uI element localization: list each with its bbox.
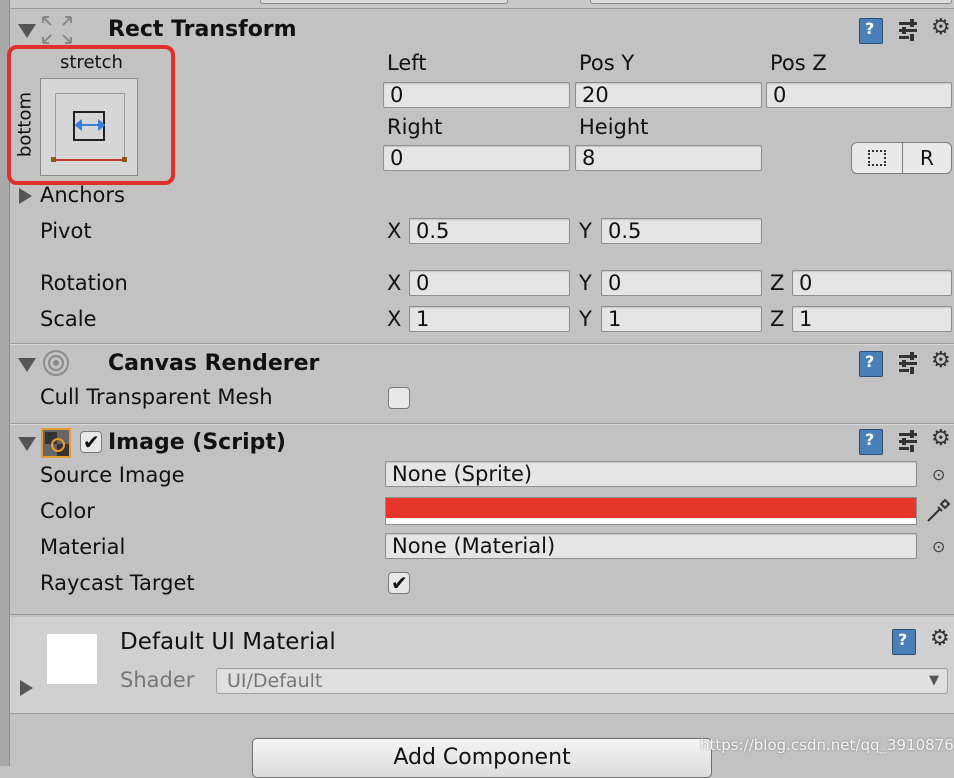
- left-label: Left: [387, 51, 427, 75]
- pos-z-label: Pos Z: [770, 51, 827, 75]
- dotted-rect-icon: [868, 150, 886, 166]
- material-preview-panel: Default UI Material Shader ⚙: [10, 617, 954, 713]
- material-preview-title: Default UI Material: [120, 629, 336, 655]
- right-label: Right: [387, 115, 443, 139]
- help-book-icon[interactable]: [892, 629, 916, 655]
- color-swatch-field[interactable]: [385, 497, 917, 525]
- checkmark-icon: ✔: [83, 430, 100, 454]
- section-divider: [10, 713, 954, 714]
- cull-transparent-mesh-label: Cull Transparent Mesh: [40, 385, 273, 409]
- raycast-target-checkbox[interactable]: ✔: [388, 572, 410, 594]
- rotation-y-field[interactable]: 0: [601, 270, 762, 296]
- section-divider-highlight: [10, 424, 954, 425]
- material-label: Material: [40, 535, 126, 559]
- right-field[interactable]: 0: [383, 145, 570, 171]
- pos-z-field[interactable]: 0: [766, 82, 952, 108]
- material-field[interactable]: None (Material): [385, 533, 917, 559]
- shader-value: UI/Default: [227, 670, 323, 692]
- object-picker-icon[interactable]: ⊙: [932, 465, 945, 484]
- image-foldout-arrow[interactable]: [18, 437, 36, 451]
- cull-transparent-mesh-checkbox[interactable]: [388, 387, 410, 409]
- shader-dropdown[interactable]: UI/Default ▼: [216, 668, 948, 694]
- gear-icon[interactable]: ⚙: [931, 17, 951, 39]
- pos-y-label: Pos Y: [579, 51, 635, 75]
- pivot-x-label: X: [387, 219, 402, 243]
- scale-y-field[interactable]: 1: [601, 306, 762, 332]
- material-thumbnail: [47, 634, 97, 684]
- pivot-y-field[interactable]: 0.5: [601, 218, 762, 244]
- source-image-field[interactable]: None (Sprite): [385, 461, 917, 487]
- highlight-frame: [7, 45, 175, 185]
- height-label: Height: [579, 115, 649, 139]
- pivot-y-label: Y: [579, 219, 592, 243]
- scale-z-field[interactable]: 1: [792, 306, 952, 332]
- image-icon-ring: [51, 438, 65, 452]
- preset-sliders-icon[interactable]: [897, 430, 919, 452]
- rect-transform-foldout-arrow[interactable]: [18, 24, 36, 38]
- height-field[interactable]: 8: [575, 145, 762, 171]
- blueprint-mode-button[interactable]: [851, 142, 903, 174]
- canvas-renderer-foldout-arrow[interactable]: [18, 358, 36, 372]
- pivot-x-field[interactable]: 0.5: [409, 218, 570, 244]
- checkmark-icon: ✔: [391, 571, 408, 595]
- preset-sliders-icon[interactable]: [897, 19, 919, 41]
- canvas-renderer-icon: [40, 348, 72, 378]
- chevron-down-icon: ▼: [929, 673, 939, 688]
- anchors-foldout-arrow[interactable]: [19, 188, 32, 204]
- scale-label: Scale: [40, 307, 97, 331]
- help-book-icon[interactable]: [859, 351, 883, 377]
- canvas-renderer-title: Canvas Renderer: [108, 351, 320, 376]
- object-picker-icon[interactable]: ⊙: [932, 537, 945, 556]
- section-divider: [10, 614, 954, 615]
- eyedropper-icon[interactable]: [924, 497, 952, 525]
- gear-icon[interactable]: ⚙: [931, 428, 951, 450]
- image-script-title: Image (Script): [108, 430, 286, 455]
- raycast-target-label: Raycast Target: [40, 571, 195, 595]
- top-field-remnant: [260, 0, 508, 4]
- anchors-label[interactable]: Anchors: [40, 183, 125, 207]
- help-book-icon[interactable]: [859, 18, 883, 44]
- top-field-remnant-2: [590, 0, 952, 4]
- preset-sliders-icon[interactable]: [897, 352, 919, 374]
- help-book-icon[interactable]: [859, 429, 883, 455]
- rotation-label: Rotation: [40, 271, 128, 295]
- section-divider-highlight: [10, 344, 954, 345]
- scale-x-field[interactable]: 1: [409, 306, 570, 332]
- rotation-z-label: Z: [770, 271, 785, 295]
- add-component-label: Add Component: [393, 745, 571, 770]
- color-swatch-fill: [386, 498, 916, 518]
- scale-z-label: Z: [770, 307, 785, 331]
- rotation-x-field[interactable]: 0: [409, 270, 570, 296]
- scale-y-label: Y: [579, 307, 592, 331]
- rotation-z-field[interactable]: 0: [792, 270, 952, 296]
- image-enabled-checkbox[interactable]: ✔: [80, 431, 102, 453]
- raw-edit-label: R: [920, 146, 934, 170]
- gear-icon[interactable]: ⚙: [930, 628, 950, 650]
- scale-x-label: X: [387, 307, 402, 331]
- pivot-label: Pivot: [40, 219, 92, 243]
- rotation-x-label: X: [387, 271, 402, 295]
- image-component-icon: [41, 428, 71, 458]
- add-component-button[interactable]: Add Component: [252, 738, 712, 778]
- left-field[interactable]: 0: [383, 82, 570, 108]
- pos-y-field[interactable]: 20: [575, 82, 762, 108]
- source-image-label: Source Image: [40, 463, 185, 487]
- raw-edit-button[interactable]: R: [902, 142, 952, 174]
- rect-transform-icon: [40, 14, 74, 46]
- rotation-y-label: Y: [579, 271, 592, 295]
- rect-transform-title: Rect Transform: [108, 17, 297, 42]
- watermark-text: https://blog.csdn.net/qq_39108767: [700, 736, 954, 754]
- material-foldout-arrow[interactable]: [20, 680, 33, 696]
- color-label: Color: [40, 499, 95, 523]
- gear-icon[interactable]: ⚙: [931, 350, 951, 372]
- shader-label: Shader: [120, 668, 195, 692]
